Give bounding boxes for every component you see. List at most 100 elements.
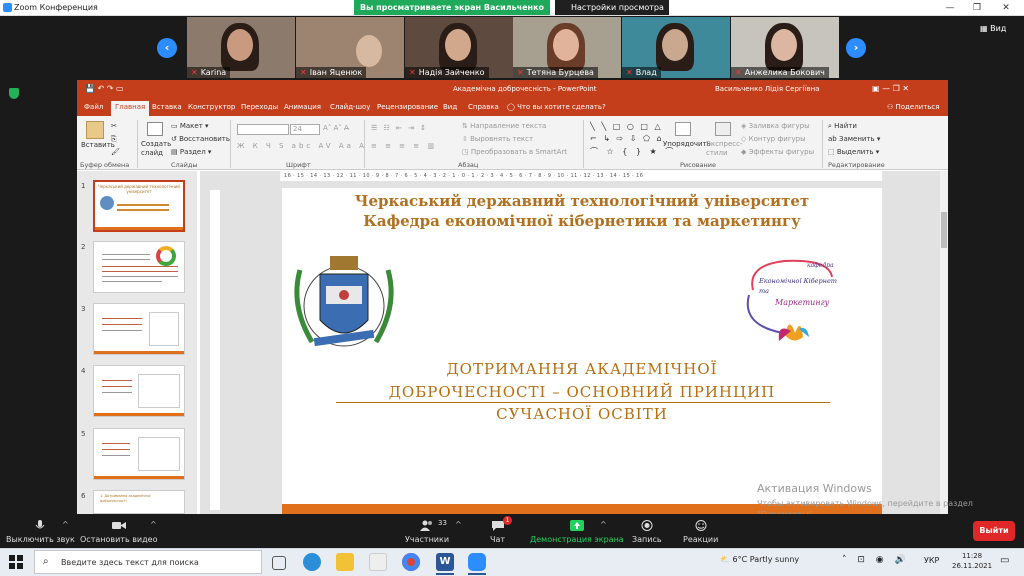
align-icons[interactable]: ≡ ≡ ≡ ≡ ▥ xyxy=(371,142,437,150)
view-options-button[interactable]: Настройки просмотра ⌄ xyxy=(555,0,669,27)
share-screen-button[interactable]: Демонстрация экрана xyxy=(530,520,624,544)
align-text-button[interactable]: ⇳ Выровнять текст xyxy=(462,135,533,143)
cut-icon[interactable]: ✂ xyxy=(111,122,117,130)
group-label-paragraph: Абзац xyxy=(458,161,479,169)
tab-review[interactable]: Рецензирование xyxy=(377,103,438,111)
save-icon[interactable]: 💾 ↶ ↷ ▭ xyxy=(85,84,124,93)
tab-help[interactable]: Справка xyxy=(468,103,499,111)
weather-icon: ⛅ xyxy=(720,555,733,564)
share-button[interactable]: ⚇ Поделиться xyxy=(887,103,940,111)
participant-tile[interactable]: ✕ Karina xyxy=(187,17,295,78)
muted-mic-icon: ✕ xyxy=(626,68,633,77)
select-button[interactable]: ⬚ Выделить ▾ xyxy=(828,148,879,156)
arrange-icon[interactable] xyxy=(675,122,691,136)
tab-slideshow[interactable]: Слайд-шоу xyxy=(330,103,370,111)
shape-outline-button[interactable]: ◇ Контур фигуры xyxy=(741,135,806,143)
word-icon[interactable]: W xyxy=(436,553,454,571)
record-button[interactable]: Запись xyxy=(632,520,662,544)
slide-thumbnail[interactable] xyxy=(93,365,185,417)
weather-widget[interactable]: ⛅ 6°C Partly sunny xyxy=(720,555,799,564)
share-screen-label: Демонстрация экрана xyxy=(530,535,624,544)
participants-chevron-icon[interactable]: ^ xyxy=(455,520,462,529)
section-button[interactable]: ▤ Раздел ▾ xyxy=(171,148,211,156)
participant-tile[interactable]: ✕ Влад xyxy=(622,17,730,78)
smartart-label: Преобразовать в SmartArt xyxy=(470,148,567,156)
close-button[interactable]: ✕ xyxy=(996,2,1016,14)
tab-file[interactable]: Файл xyxy=(84,103,103,111)
video-options-chevron-icon[interactable]: ^ xyxy=(150,520,157,529)
participant-tile[interactable]: ✕ Анжелика Бокович xyxy=(731,17,839,78)
slide-thumbnail[interactable] xyxy=(93,303,185,355)
audio-options-chevron-icon[interactable]: ^ xyxy=(62,520,69,529)
scrollbar-thumb[interactable] xyxy=(941,212,947,248)
edge-browser-icon[interactable] xyxy=(303,553,321,571)
store-icon[interactable] xyxy=(369,553,387,571)
tray-icons[interactable]: ˄ ⊡ ◉ 🔊 xyxy=(842,555,910,565)
chat-button[interactable]: Чат xyxy=(490,520,505,544)
windows-start-icon[interactable] xyxy=(9,555,23,569)
shape-effects-button[interactable]: ◆ Эффекты фигуры xyxy=(741,148,814,156)
prev-page-button[interactable]: ‹ xyxy=(157,38,177,58)
file-explorer-icon[interactable] xyxy=(336,553,354,571)
share-options-chevron-icon[interactable]: ^ xyxy=(600,520,607,529)
task-view-icon[interactable] xyxy=(272,556,286,570)
shape-fill-button[interactable]: ◈ Заливка фигуры xyxy=(741,122,810,130)
replace-button[interactable]: ab Заменить ▾ xyxy=(828,135,880,143)
shapes-gallery-row[interactable]: ⌐ ↳ ⇨ ⇩ ⬠ ⌂ xyxy=(590,134,664,143)
font-format-icons[interactable]: Ж К Ч S abc AV Aa A xyxy=(237,142,367,150)
paste-button[interactable]: Вставить xyxy=(81,141,115,149)
tell-me-box[interactable]: ◯ Что вы хотите сделать? xyxy=(507,103,606,111)
list-icons[interactable]: ☰ ☷ ⇤ ⇥ ↕ xyxy=(371,124,428,132)
language-indicator[interactable]: УКР xyxy=(924,556,939,565)
font-name-field[interactable] xyxy=(237,124,289,135)
thumb-text: Черкаський державний технологічний уніве… xyxy=(98,184,180,194)
quick-styles-button[interactable]: Экспресс-стили xyxy=(706,140,743,158)
font-grow-shrink-icons[interactable]: A˄ A˅ A̶ xyxy=(323,124,349,132)
tab-transitions[interactable]: Переходы xyxy=(241,103,278,111)
user-name: Васильченко Лідія Сергіївна xyxy=(715,85,820,93)
stop-video-button[interactable]: Остановить видео xyxy=(80,520,157,544)
university-name: Черкаський державний технологічний уніве… xyxy=(354,192,810,210)
notifications-icon[interactable]: ▭ xyxy=(1000,555,1009,566)
paste-icon[interactable] xyxy=(86,121,104,139)
shapes-gallery[interactable]: ╲ ╲ □ ○ □ △ xyxy=(590,122,663,131)
chrome-icon[interactable] xyxy=(402,553,420,571)
tab-animation[interactable]: Анимация xyxy=(284,103,321,111)
participant-tile[interactable]: ✕ Надія Зайченко xyxy=(405,17,513,78)
font-size-field[interactable]: 24 xyxy=(290,124,320,135)
taskbar-search-box[interactable]: ⌕ Введите здесь текст для поиска xyxy=(34,550,262,574)
find-button[interactable]: ⌕ Найти xyxy=(828,122,857,131)
tab-design[interactable]: Конструктор xyxy=(188,103,235,111)
tab-view[interactable]: Вид xyxy=(443,103,457,111)
copy-icon[interactable]: ⎘ xyxy=(111,135,117,144)
participant-name: Анжелика Бокович xyxy=(744,68,825,77)
thumb-number: 3 xyxy=(81,305,86,313)
smartart-button[interactable]: ◳ Преобразовать в SmartArt xyxy=(462,148,567,156)
new-slide-icon[interactable] xyxy=(147,122,163,136)
slide-thumbnail[interactable] xyxy=(93,428,185,480)
reset-button[interactable]: ↺ Восстановить xyxy=(171,135,230,143)
zoom-app-icon[interactable] xyxy=(468,553,486,571)
new-slide-button[interactable]: Создать слайд xyxy=(141,140,173,158)
text-direction-button[interactable]: ⇅ Направление текста xyxy=(462,122,546,130)
taskbar-clock[interactable]: 11:28 26.11.2021 xyxy=(952,551,992,571)
reactions-button[interactable]: Реакции xyxy=(683,520,718,544)
tab-home[interactable]: Главная xyxy=(111,101,150,116)
minimize-button[interactable]: — xyxy=(940,2,960,14)
maximize-button[interactable]: ❐ xyxy=(967,2,987,14)
layout-button[interactable]: ▭ Макет ▾ xyxy=(171,122,209,130)
leave-meeting-button[interactable]: Выйти xyxy=(973,521,1015,541)
arrange-button[interactable]: Упорядочить xyxy=(663,140,711,148)
next-page-button[interactable]: › xyxy=(846,38,866,58)
format-painter-icon[interactable]: 🖌 xyxy=(111,148,120,156)
quick-styles-icon[interactable] xyxy=(715,122,731,136)
participant-tile[interactable]: ✕ Тетяна Бурцева xyxy=(513,17,621,78)
slide-thumbnail[interactable]: Черкаський державний технологічний уніве… xyxy=(93,180,185,232)
find-label: Найти xyxy=(834,122,857,130)
participant-tile[interactable]: ✕ Іван Яценюк xyxy=(296,17,404,78)
slide-thumbnail[interactable]: 1. Дотримання академічної доброчесності xyxy=(93,490,185,514)
tab-insert[interactable]: Вставка xyxy=(152,103,182,111)
view-toggle[interactable]: ▦ Вид xyxy=(980,24,1006,33)
slide-thumbnail[interactable] xyxy=(93,241,185,293)
window-controls[interactable]: ▣ — ❐ ✕ xyxy=(872,84,909,93)
